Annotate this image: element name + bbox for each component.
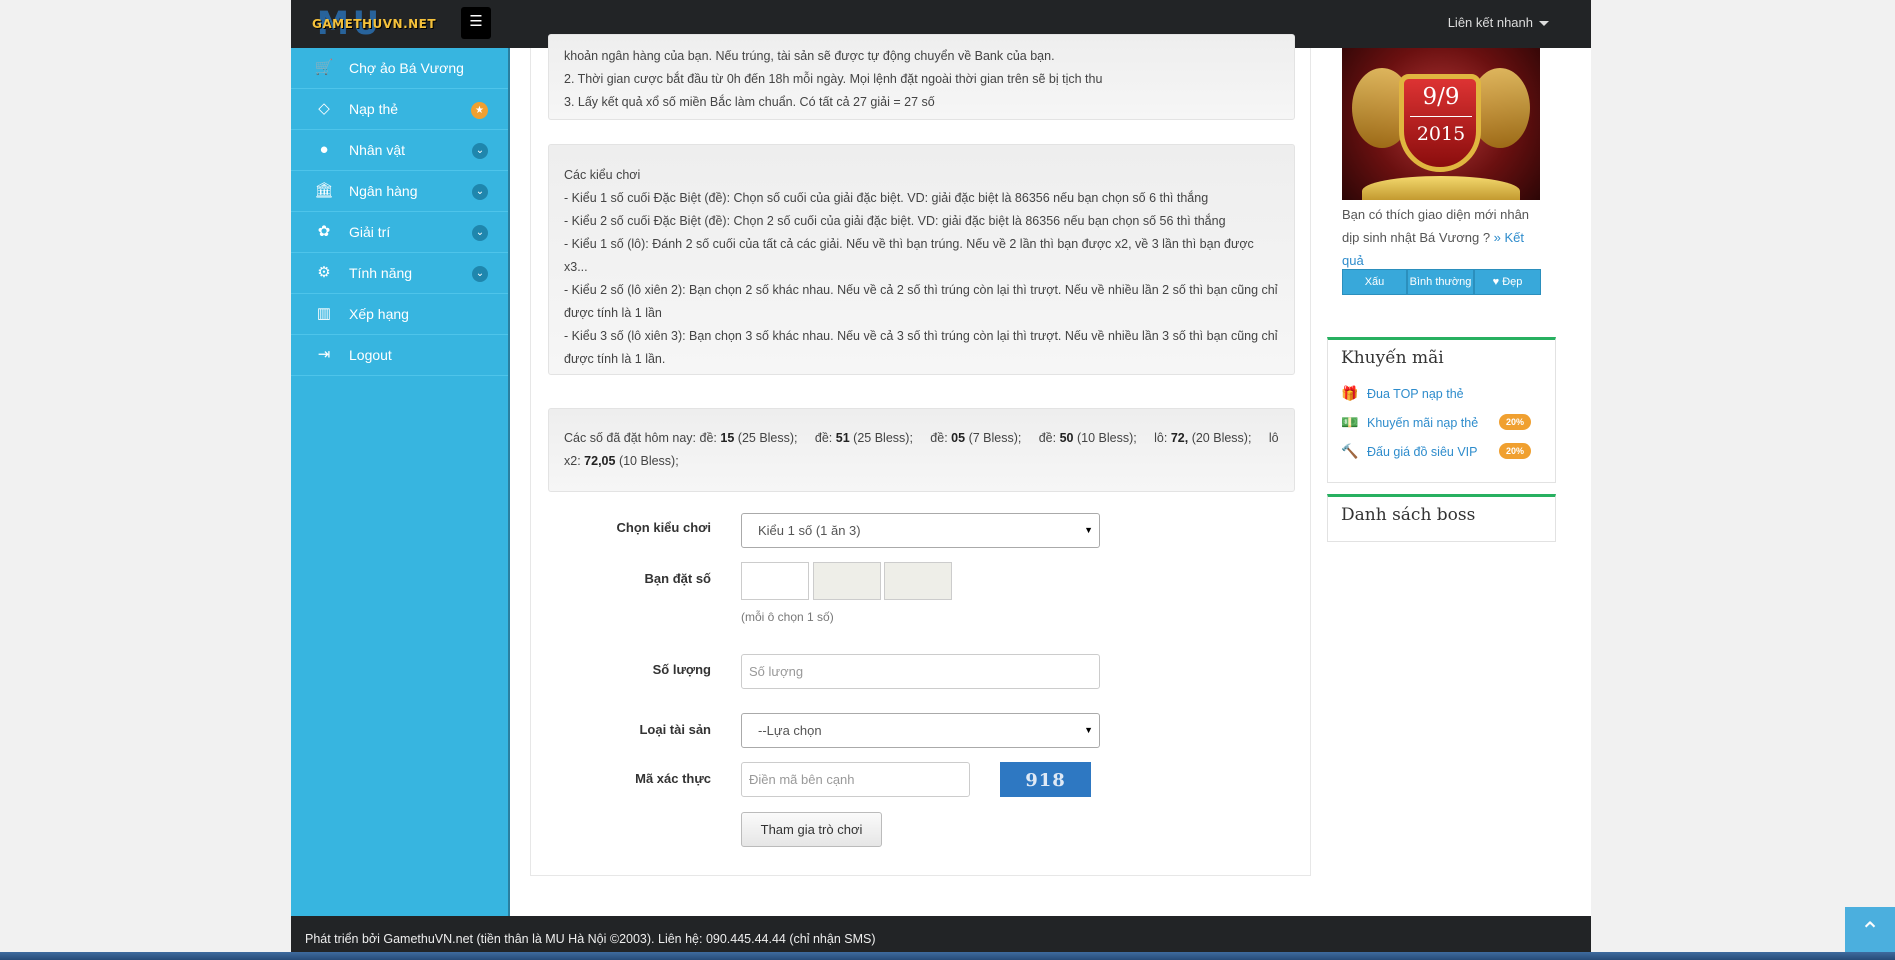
poll-good-button[interactable]: ♥ Đẹp: [1474, 269, 1541, 295]
play-type-line: - Kiểu 2 số cuối Đặc Biệt (đề): Chọn 2 s…: [564, 214, 1226, 228]
bet-entry: đề: 50 (10 Bless);: [1038, 431, 1137, 445]
quick-links-label: Liên kết nhanh: [1447, 15, 1533, 30]
gears-icon: ⚙: [317, 264, 331, 281]
rule-line: khoản ngân hàng của bạn. Nếu trúng, tài …: [564, 49, 1055, 63]
sidebar-item-ranking[interactable]: ▥ Xếp hạng: [291, 294, 508, 335]
number-input-3[interactable]: [884, 562, 952, 600]
sidebar-item-label: Nạp thẻ: [349, 101, 399, 117]
money-icon: 💵: [1341, 414, 1359, 430]
sidebar-item-label: Xếp hạng: [349, 306, 409, 322]
logo-text: GAMETHUVN.NET: [312, 17, 437, 31]
cart-icon: 🛒: [314, 59, 334, 76]
android-icon: ✿: [317, 223, 331, 240]
chevron-down-icon[interactable]: ⌄: [472, 184, 488, 200]
scroll-to-top-button[interactable]: ⌃: [1845, 907, 1895, 957]
captcha-image[interactable]: 918: [1000, 762, 1091, 797]
banner-day: 9/9: [1422, 84, 1460, 110]
rule-line: 3. Lấy kết quả xổ số miền Bắc làm chuẩn.…: [564, 95, 935, 109]
play-type-line: - Kiểu 3 số (lô xiên 3): Bạn chọn 3 số k…: [564, 329, 1278, 366]
os-taskbar: [0, 952, 1895, 960]
sidebar-item-market[interactable]: 🛒 Chợ ảo Bá Vương: [291, 48, 508, 89]
play-types-box: Các kiểu chơi - Kiểu 1 số cuối Đặc Biệt …: [548, 144, 1295, 375]
bets-today-box: Các số đã đặt hôm nay: đề: 15 (25 Bless)…: [548, 408, 1295, 492]
gift-icon: 🎁: [1341, 385, 1359, 401]
asset-type-select[interactable]: --Lựa chọn ▼: [741, 713, 1100, 748]
sidebar-item-label: Giải trí: [349, 224, 391, 240]
play-type-line: - Kiểu 1 số cuối Đặc Biệt (đề): Chọn số …: [564, 191, 1209, 205]
number-input-1[interactable]: [741, 562, 809, 600]
poll-bad-button[interactable]: Xấu: [1342, 269, 1407, 295]
chevron-down-icon[interactable]: ⌄: [472, 266, 488, 282]
boss-list-panel: Danh sách boss: [1327, 494, 1556, 542]
anniversary-banner[interactable]: 9/9 2015: [1342, 48, 1540, 200]
play-type-select[interactable]: Kiểu 1 số (1 ăn 3) ▼: [741, 513, 1100, 548]
select-arrow-icon: ▼: [1084, 525, 1093, 535]
bank-icon: 🏛: [314, 182, 334, 199]
poll-normal-button[interactable]: Bình thường: [1407, 269, 1474, 295]
chevron-down-icon[interactable]: ⌄: [472, 143, 488, 159]
play-type-value: Kiểu 1 số (1 ăn 3): [758, 523, 861, 538]
bar-chart-icon: ▥: [316, 305, 332, 322]
number-hint: (mỗi ô chọn 1 số): [741, 610, 834, 624]
sidebar-item-bank[interactable]: 🏛 Ngân hàng ⌄: [291, 171, 508, 212]
main-content: khoản ngân hàng của bạn. Nếu trúng, tài …: [530, 34, 1311, 876]
footer-text: Phát triển bởi GamethuVN.net (tiền thân …: [305, 932, 876, 946]
captcha-label: Mã xác thực: [635, 771, 711, 786]
asset-type-label: Loại tài sản: [639, 722, 711, 737]
rules-box: khoản ngân hàng của bạn. Nếu trúng, tài …: [548, 34, 1295, 120]
quick-links-dropdown[interactable]: Liên kết nhanh: [1448, 15, 1549, 30]
bet-entry: lô: 72, (20 Bless);: [1154, 431, 1252, 445]
sidebar-item-label: Tính năng: [349, 265, 413, 281]
sidebar-item-logout[interactable]: ⇥ Logout: [291, 335, 508, 376]
quantity-input[interactable]: Số lượng: [741, 654, 1100, 689]
bet-entry: đề: 05 (7 Bless);: [930, 431, 1022, 445]
site-logo[interactable]: MU GAMETHUVN.NET: [309, 4, 439, 42]
poll-question: Bạn có thích giao diện mới nhân dịp sinh…: [1342, 207, 1530, 268]
menu-toggle-icon[interactable]: ☰: [461, 7, 491, 39]
quantity-label: Số lượng: [652, 662, 711, 677]
bet-entry: đề: 51 (25 Bless);: [814, 431, 913, 445]
promo-badge: 20%: [1499, 443, 1531, 459]
user-icon: ●: [319, 141, 329, 158]
sidebar-item-features[interactable]: ⚙ Tính năng ⌄: [291, 253, 508, 294]
boss-list-title: Danh sách boss: [1341, 505, 1476, 525]
star-badge-icon: ★: [471, 102, 488, 119]
play-type-line: - Kiểu 1 số (lô): Đánh 2 số cuối của tất…: [564, 237, 1254, 274]
sidebar-item-label: Ngân hàng: [349, 183, 418, 199]
logout-icon: ⇥: [317, 346, 331, 363]
sidebar-item-label: Nhân vật: [349, 142, 406, 158]
asset-type-value: --Lựa chọn: [758, 723, 822, 738]
bet-entry: đề: 15 (25 Bless);: [699, 431, 798, 445]
caret-down-icon: [1539, 21, 1549, 27]
sidebar-item-topup[interactable]: ◇ Nạp thẻ ★: [291, 89, 508, 130]
sidebar: 🛒 Chợ ảo Bá Vương ◇ Nạp thẻ ★ ● Nhân vật…: [291, 48, 510, 916]
captcha-input[interactable]: Điền mã bên cạnh: [741, 762, 970, 797]
rule-line: 2. Thời gian cược bắt đầu từ 0h đến 18h …: [564, 72, 1103, 86]
promo-item[interactable]: 🎁 Đua TOP nạp thẻ: [1341, 382, 1463, 404]
sidebar-item-label: Chợ ảo Bá Vương: [349, 60, 464, 76]
banner-year: 2015: [1416, 123, 1466, 145]
promo-item[interactable]: 💵 Khuyến mãi nạp thẻ: [1341, 411, 1478, 433]
promotions-panel: Khuyến mãi 🎁 Đua TOP nạp thẻ 💵 Khuyến mãi …: [1327, 337, 1556, 483]
sidebar-item-character[interactable]: ● Nhân vật ⌄: [291, 130, 508, 171]
chevron-down-icon[interactable]: ⌄: [472, 225, 488, 241]
promo-item[interactable]: 🔨 Đấu giá đồ siêu VIP: [1341, 440, 1477, 462]
number-label: Bạn đặt số: [644, 571, 711, 586]
join-game-button[interactable]: Tham gia trò chơi: [741, 812, 882, 847]
bets-today-prefix: Các số đã đặt hôm nay:: [564, 431, 697, 445]
banner-base: [1362, 176, 1520, 200]
sidebar-item-entertainment[interactable]: ✿ Giải trí ⌄: [291, 212, 508, 253]
diamond-icon: ◇: [318, 100, 330, 117]
play-type-label: Chọn kiểu chơi: [616, 520, 711, 535]
select-arrow-icon: ▼: [1084, 725, 1093, 735]
number-input-2[interactable]: [813, 562, 881, 600]
gavel-icon: 🔨: [1341, 443, 1359, 459]
play-type-line: - Kiểu 2 số (lô xiên 2): Bạn chọn 2 số k…: [564, 283, 1278, 320]
banner-divider: [1410, 116, 1472, 117]
promotions-title: Khuyến mãi: [1341, 348, 1444, 368]
poll-buttons: Xấu Bình thường ♥ Đẹp: [1342, 269, 1541, 295]
promo-badge: 20%: [1499, 414, 1531, 430]
sidebar-item-label: Logout: [349, 347, 392, 363]
play-types-title: Các kiểu chơi: [564, 168, 641, 182]
